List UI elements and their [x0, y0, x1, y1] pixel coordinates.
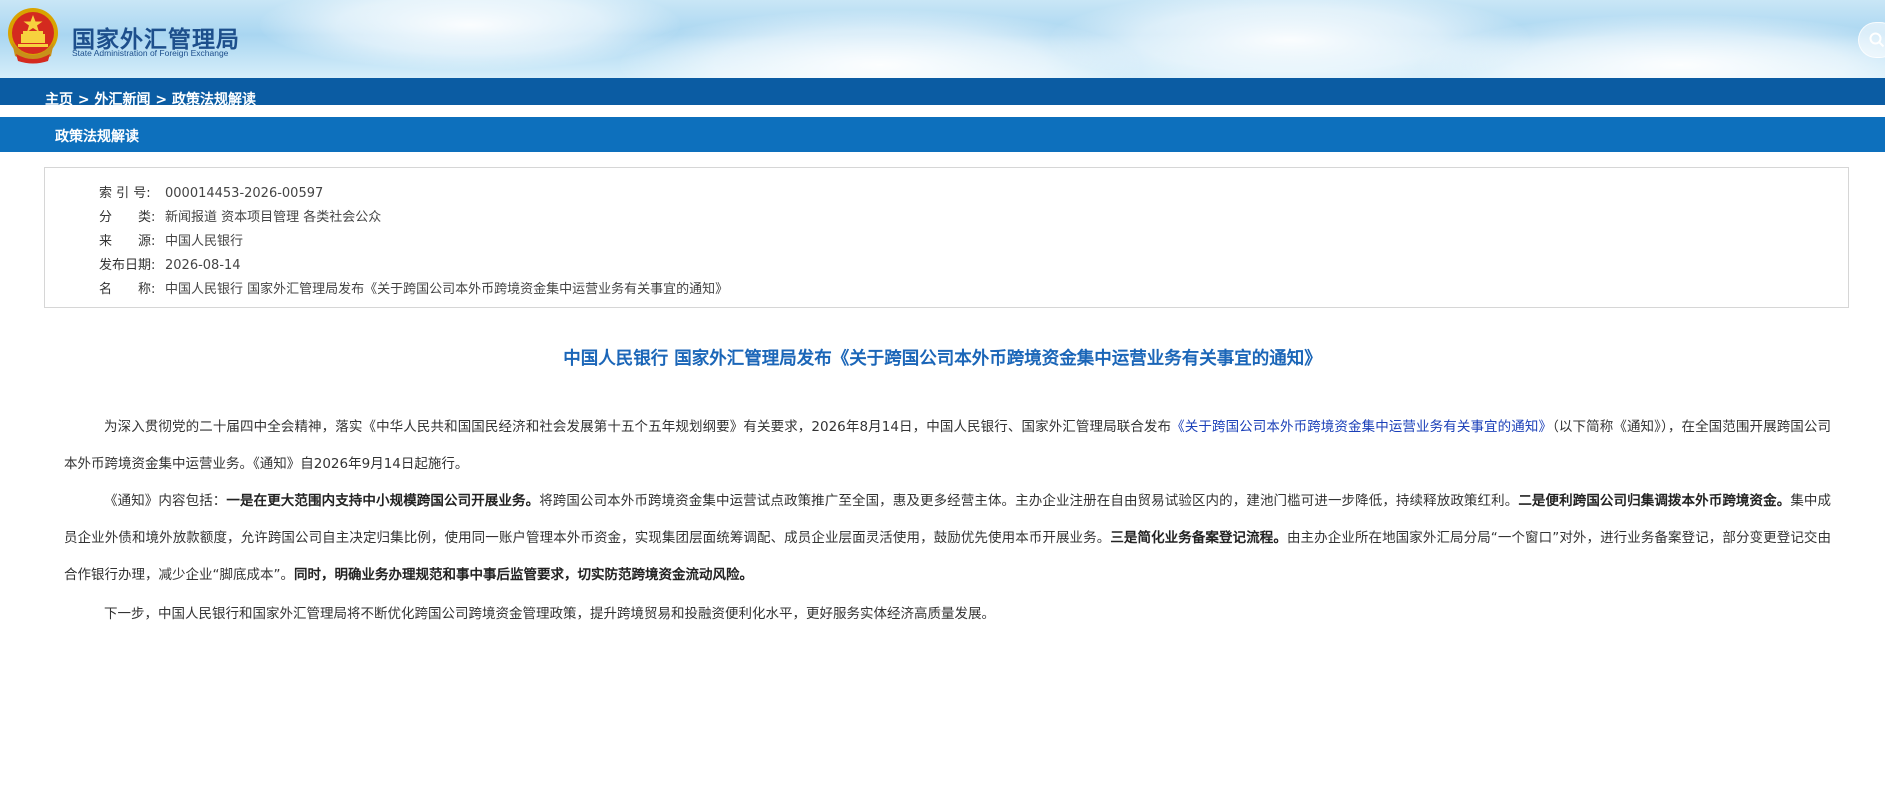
meta-label: 名 称:	[99, 282, 156, 297]
notice-link[interactable]: 《关于跨国公司本外币跨境资金集中运营业务有关事宜的通知》	[1171, 419, 1552, 435]
meta-value: 中国人民银行 国家外汇管理局发布《关于跨国公司本外币跨境资金集中运营业务有关事宜…	[165, 282, 729, 297]
breadcrumb-current[interactable]: 政策法规解读	[172, 92, 256, 105]
breadcrumb-bar: 主页 > 外汇新闻 > 政策法规解读	[0, 78, 1885, 105]
section-header-bar: 政策法规解读	[0, 117, 1885, 152]
meta-row-source: 来 源: 中国人民银行	[99, 230, 243, 250]
breadcrumb: 主页 > 外汇新闻 > 政策法规解读	[45, 89, 256, 105]
paragraph-text: 将跨国公司本外币跨境资金集中运营试点政策推广至全国，惠及更多经营主体。主办企业注…	[539, 493, 1519, 509]
meta-row-date: 发布日期: 2026-08-14	[99, 254, 241, 274]
meta-value: 中国人民银行	[165, 234, 244, 249]
meta-value: 000014453-2026-00597	[165, 186, 324, 201]
paragraph-text: 《通知》内容包括：	[104, 493, 227, 509]
breadcrumb-news[interactable]: 外汇新闻	[94, 92, 150, 105]
meta-row-category: 分 类: 新闻报道 资本项目管理 各类社会公众	[99, 206, 381, 226]
header-cloud	[260, 0, 680, 70]
article-title: 中国人民银行 国家外汇管理局发布《关于跨国公司本外币跨境资金集中运营业务有关事宜…	[563, 349, 1322, 369]
meta-label: 分 类:	[99, 210, 156, 225]
meta-value: 新闻报道 资本项目管理 各类社会公众	[165, 210, 382, 225]
meta-label: 发布日期:	[99, 258, 156, 273]
meta-row-name: 名 称: 中国人民银行 国家外汇管理局发布《关于跨国公司本外币跨境资金集中运营业务…	[99, 278, 728, 298]
site-logo-subtitle: State Administration of Foreign Exchange	[72, 48, 229, 58]
meta-value: 2026-08-14	[165, 258, 241, 273]
search-icon	[1869, 32, 1885, 48]
paragraph-bold-text: 三是简化业务备案登记流程。	[1110, 530, 1287, 546]
meta-label: 来 源:	[99, 234, 156, 249]
paragraph-bold-text: 同时，明确业务办理规范和事中事后监管要求，切实防范跨境资金流动风险。	[294, 567, 753, 583]
document-meta-box: 索 引 号: 000014453-2026-00597 分 类: 新闻报道 资本项目…	[44, 167, 1849, 308]
meta-label: 索 引 号:	[99, 186, 151, 201]
article-paragraph-1: 为深入贯彻党的二十届四中全会精神，落实《中华人民共和国国民经济和社会发展第十五个…	[64, 409, 1831, 483]
paragraph-text: 为深入贯彻党的二十届四中全会精神，落实《中华人民共和国国民经济和社会发展第十五个…	[104, 419, 1172, 435]
breadcrumb-separator: >	[77, 92, 90, 105]
section-title: 政策法规解读	[55, 129, 139, 145]
breadcrumb-separator: >	[155, 92, 168, 105]
breadcrumb-home[interactable]: 主页	[45, 92, 73, 105]
national-emblem-icon[interactable]	[6, 6, 60, 64]
site-header: 国家外汇管理局 State Administration of Foreign …	[0, 0, 1885, 78]
article-paragraph-2: 《通知》内容包括：一是在更大范围内支持中小规模跨国公司开展业务。将跨国公司本外币…	[64, 483, 1831, 594]
article-paragraph-3: 下一步，中国人民银行和国家外汇管理局将不断优化跨国公司跨境资金管理政策，提升跨境…	[104, 606, 995, 622]
paragraph-bold-text: 二是便利跨国公司归集调拨本外币跨境资金。	[1518, 493, 1791, 509]
paragraph-bold-text: 一是在更大范围内支持中小规模跨国公司开展业务。	[226, 493, 540, 509]
meta-row-index: 索 引 号: 000014453-2026-00597	[99, 182, 323, 202]
